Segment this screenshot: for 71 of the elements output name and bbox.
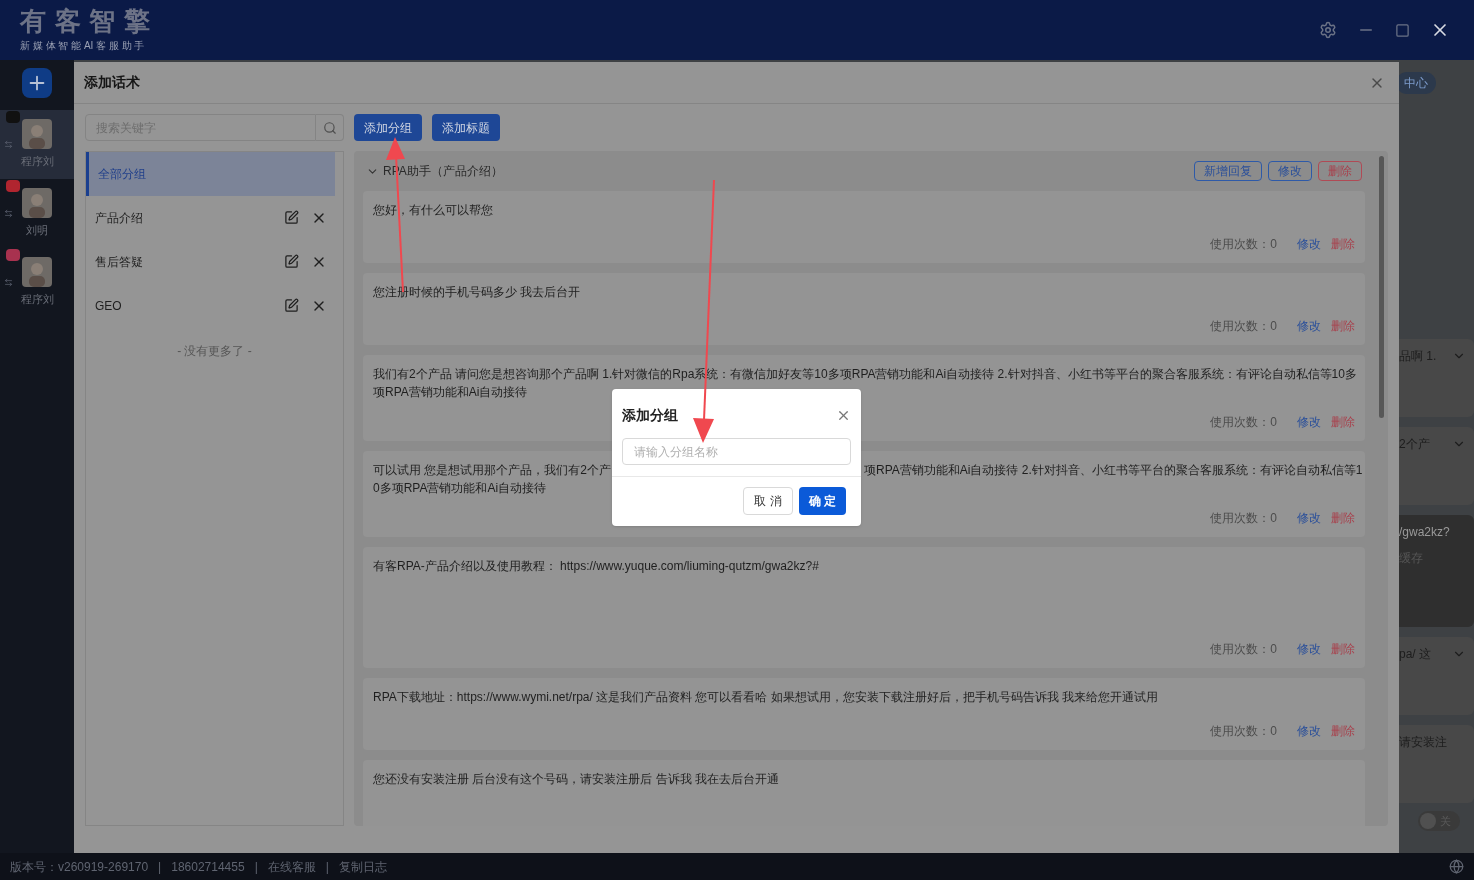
swap-icon[interactable] [4, 140, 13, 149]
status-separator: | [254, 858, 258, 876]
usage-count: 使用次数：0 [1210, 641, 1277, 658]
group-item[interactable]: 产品介绍 [86, 196, 343, 240]
account-item[interactable]: 刘明 [0, 179, 74, 248]
edit-icon[interactable] [284, 210, 299, 226]
delete-link[interactable]: 删除 [1331, 640, 1355, 658]
reply-text: RPA下载地址：https://www.wymi.net/rpa/ 这是我们产品资料 您可以看看哈 如果想试用，您安装下载注册好后，把手机号码告诉我 我来给您开通试用 [373, 689, 1160, 706]
usage-count: 使用次数：0 [1210, 414, 1277, 431]
reply-text: 您还没有安装注册 后台没有这个号码，请安装注册后 告诉我 我在去后台开通 [373, 771, 780, 788]
edit-icon[interactable] [284, 298, 299, 314]
reply-text: 0多项RPA营销功能和Ai自动接待 [373, 480, 548, 497]
delete-link[interactable]: 删除 [1331, 317, 1355, 335]
input-field[interactable]: 请输入分组名称 [622, 438, 851, 465]
group-item[interactable]: 售后答疑 [86, 240, 343, 284]
settings-icon[interactable] [1319, 21, 1337, 39]
reply-text: 项RPA营销功能和Ai自动接待 [373, 384, 529, 401]
edit-link[interactable]: 修改 [1297, 413, 1321, 431]
usage-count: 使用次数：0 [1210, 236, 1277, 253]
edit-link[interactable]: 修改 [1297, 235, 1321, 253]
group-item[interactable]: 全部分组 [86, 152, 335, 196]
usage-count: 使用次数：0 [1210, 510, 1277, 527]
swap-icon[interactable] [4, 209, 13, 218]
toolbar-button[interactable]: 添加分组 [354, 114, 422, 141]
toolbar-button[interactable]: 添加标题 [432, 114, 500, 141]
account-name: 刘明 [26, 223, 48, 239]
reply-text: 项RPA营销功能和Ai自动接待 2.针对抖音、小红书等平台的聚合客服系统：有评论自动私信等1 [864, 462, 1363, 479]
section-action-button[interactable]: 删除 [1318, 161, 1362, 181]
edit-link[interactable]: 修改 [1297, 722, 1321, 740]
status-separator: | [325, 858, 329, 876]
modal-title: 添加话术 [84, 73, 140, 92]
scrollbar[interactable] [1378, 156, 1384, 418]
add-button[interactable] [22, 68, 52, 98]
reply-text: 您好，有什么可以帮您 [373, 202, 494, 219]
account-name: 程序刘 [20, 154, 54, 170]
edit-link[interactable]: 修改 [1297, 640, 1321, 658]
status-text: 18602714455 [171, 858, 245, 876]
end-note: - 没有更多了 - [177, 343, 252, 360]
search-icon[interactable] [316, 114, 344, 141]
maximize-icon[interactable] [1395, 22, 1410, 38]
status-separator: | [158, 858, 162, 876]
delete-link[interactable]: 删除 [1331, 509, 1355, 527]
usage-count: 使用次数：0 [1210, 723, 1277, 740]
account-item[interactable]: 程序刘 [0, 110, 74, 179]
dialog-button[interactable]: 确 定 [798, 487, 846, 515]
section-action-button[interactable]: 新增回复 [1194, 161, 1262, 181]
section-action-button[interactable]: 修改 [1268, 161, 1312, 181]
dialog-title: 添加分组 [622, 406, 678, 425]
reply-text: /gwa2kz? [1399, 524, 1450, 541]
swap-icon[interactable] [4, 278, 13, 287]
reply-text: 您注册时候的手机号码多少 我去后台开 [373, 284, 582, 301]
edit-icon[interactable] [284, 254, 299, 270]
status-text: 版本号：v260919-269170 [10, 858, 149, 876]
delete-link[interactable]: 删除 [1331, 722, 1355, 740]
edit-link[interactable]: 修改 [1297, 317, 1321, 335]
reply-text: 可以试用 您是想试用那个产品，我们有2个产 [373, 462, 612, 479]
app-tagline: 新 媒 体 智 能 AI 客 服 助 手 [20, 38, 146, 53]
status-text: 复制日志 [338, 858, 387, 876]
edit-link[interactable]: 修改 [1297, 509, 1321, 527]
app-logo: 有 客 智 擎 [20, 7, 151, 34]
status-text: 在线客服 [267, 858, 316, 876]
globe-icon[interactable] [1449, 859, 1464, 874]
delete-link[interactable]: 删除 [1331, 235, 1355, 253]
usage-count: 使用次数：0 [1210, 318, 1277, 335]
account-item[interactable]: 程序刘 [0, 248, 74, 317]
dialog-button[interactable]: 取 消 [743, 487, 793, 515]
account-name: 程序刘 [20, 292, 54, 308]
group-item[interactable]: GEO [86, 284, 343, 328]
reply-text: 有客RPA-产品介绍以及使用教程： https://www.yuque.com/liuming-qutzm/gwa2kz?# [373, 558, 820, 575]
delete-link[interactable]: 删除 [1331, 413, 1355, 431]
pill-tab[interactable]: 中心 [1396, 72, 1436, 94]
